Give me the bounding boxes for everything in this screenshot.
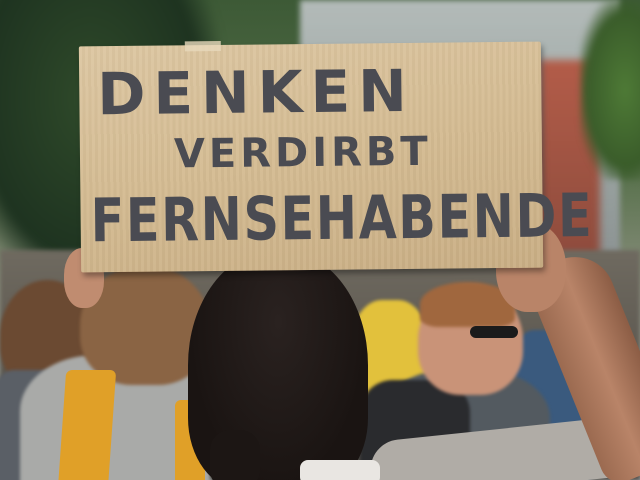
sunglasses (470, 326, 518, 338)
woman-collar (300, 460, 380, 480)
sign-tape (184, 40, 221, 52)
sign-line-fernsehabende: FERNSEHABENDE (90, 181, 594, 257)
backpack-strap-left (57, 370, 117, 480)
woman-braid (210, 430, 260, 480)
cardboard-sign: DENKEN VERDIRBT FERNSEHABENDE (78, 40, 594, 273)
protest-photo: DENKEN VERDIRBT FERNSEHABENDE (0, 0, 640, 480)
sign-line-denken: DENKEN (96, 56, 416, 129)
background-tree-right (580, 0, 640, 180)
sign-line-verdirbt: VERDIRBT (173, 128, 432, 178)
